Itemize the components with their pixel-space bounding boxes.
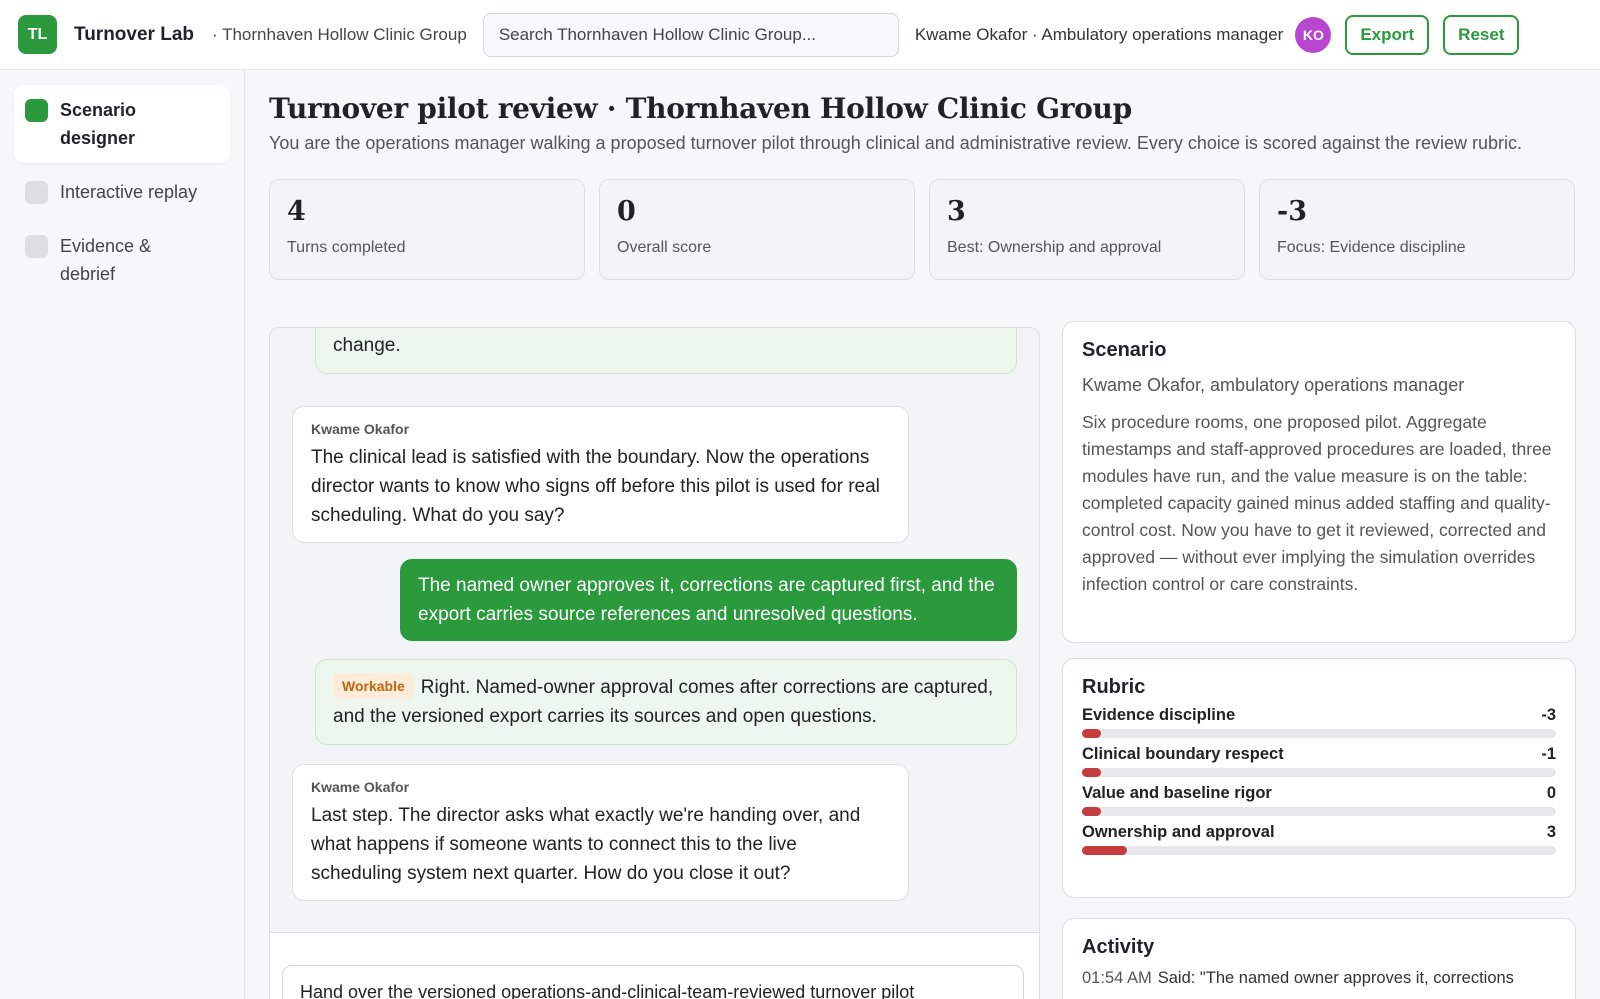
stat-value: 3 [947, 196, 966, 227]
sidebar-item-label: Scenario designer [60, 100, 137, 148]
message-speaker: Kwame Okafor [311, 779, 410, 795]
stat-label: Focus: Evidence discipline [1277, 239, 1466, 256]
stat-value: 0 [617, 196, 636, 227]
persona-message: Kwame Okafor Last step. The director ask… [292, 764, 909, 901]
nav-indicator-icon [25, 181, 48, 204]
nav-indicator-icon [25, 99, 48, 122]
chat-transcript[interactable]: administrative turnover stages; clinical… [269, 327, 1040, 999]
search-input[interactable] [482, 12, 899, 57]
top-bar: TL Turnover Lab · Thornhaven Hollow Clin… [0, 0, 1600, 70]
rubric-label: Clinical boundary respect [1082, 745, 1284, 763]
user-name: Kwame Okafor · Ambulatory operations man… [914, 24, 1284, 44]
main-content: Turnover pilot review · Thornhaven Hollo… [245, 70, 1600, 999]
stat-value: -3 [1277, 196, 1307, 227]
app-name: Turnover Lab [74, 23, 194, 45]
stat-card: 0 Overall score [599, 179, 915, 280]
composer-area: Hand over the versioned operations-and-c… [270, 932, 1039, 999]
rubric-score: 0 [1546, 784, 1556, 802]
message-text: The clinical lead is satisfied with the … [311, 447, 880, 526]
persona-message: Kwame Okafor The clinical lead is satisf… [292, 406, 909, 543]
reply-input[interactable]: Hand over the versioned operations-and-c… [282, 965, 1024, 999]
rubric-bar-fill [1082, 846, 1128, 855]
message-speaker: Kwame Okafor [311, 421, 410, 437]
panel-title: Scenario [1082, 339, 1167, 361]
user-message: The named owner approves it, corrections… [400, 559, 1017, 641]
message-text: administrative turnover stages; clinical… [333, 335, 401, 356]
nav-indicator-icon [25, 235, 48, 258]
org-name: · Thornhaven Hollow Clinic Group [212, 24, 467, 44]
rubric-row: Ownership and approval 3 [1082, 823, 1556, 855]
message-text: Right. Named-owner approval comes after … [333, 677, 994, 727]
rubric-label: Evidence discipline [1082, 706, 1236, 724]
message-text: Last step. The director asks what exactl… [311, 805, 861, 884]
page-title: Turnover pilot review · Thornhaven Hollo… [269, 92, 1132, 125]
sidebar-item-label: Interactive replay [60, 182, 198, 202]
rubric-bar-fill [1082, 807, 1101, 816]
sidebar-item-interactive-replay[interactable]: Interactive replay [14, 167, 230, 217]
rubric-row: Value and baseline rigor 0 [1082, 784, 1556, 816]
page-subtitle: You are the operations manager walking a… [269, 133, 1523, 153]
coach-message: Workable Right. Named-owner approval come… [315, 659, 1017, 745]
rubric-panel: Rubric Evidence discipline -3 Clinical bo… [1062, 658, 1576, 898]
avatar[interactable]: KO [1295, 16, 1332, 53]
rubric-row: Clinical boundary respect -1 [1082, 745, 1556, 777]
panel-title: Activity [1082, 936, 1155, 958]
sidebar-item-scenario-designer[interactable]: Scenario designer [14, 85, 230, 163]
rubric-bar [1082, 768, 1556, 777]
stat-label: Overall score [617, 239, 712, 256]
rubric-bar-fill [1082, 729, 1101, 738]
sidebar-item-label: Evidence & debrief [60, 236, 152, 284]
rubric-bar [1082, 846, 1556, 855]
stat-card: -3 Focus: Evidence discipline [1259, 179, 1575, 280]
activity-panel: Activity 01:54 AM Said: "The named owner … [1062, 918, 1576, 999]
sidebar-item-evidence-debrief[interactable]: Evidence & debrief [14, 221, 230, 299]
rubric-bar [1082, 807, 1556, 816]
sidebar: Scenario designer Interactive replay Evi… [0, 70, 245, 999]
message-text: The named owner approves it, corrections… [418, 575, 995, 625]
activity-item: 01:54 AM Said: "The named owner approves … [1082, 969, 1556, 988]
stat-label: Turns completed [287, 239, 406, 256]
export-button[interactable]: Export [1345, 14, 1430, 55]
rubric-score: 3 [1546, 823, 1556, 841]
rubric-bar-fill [1082, 768, 1101, 777]
activity-time: 01:54 AM [1082, 969, 1152, 987]
stats-row: 4 Turns completed 0 Overall score 3 Best… [269, 179, 1575, 280]
rubric-label: Ownership and approval [1082, 823, 1275, 841]
scenario-panel: Scenario Kwame Okafor, ambulatory operat… [1062, 321, 1576, 643]
activity-text: Said: "The named owner approves it, corr… [1157, 969, 1514, 987]
scenario-description: Six procedure rooms, one proposed pilot.… [1082, 412, 1552, 594]
rubric-label: Value and baseline rigor [1082, 784, 1272, 802]
stat-label: Best: Ownership and approval [947, 239, 1162, 256]
rubric-row: Evidence discipline -3 [1082, 706, 1556, 738]
scenario-role: Kwame Okafor, ambulatory operations mana… [1082, 375, 1465, 395]
stat-card: 3 Best: Ownership and approval [929, 179, 1245, 280]
stat-value: 4 [287, 196, 306, 227]
stat-card: 4 Turns completed [269, 179, 585, 280]
coach-message: administrative turnover stages; clinical… [315, 328, 1017, 374]
rubric-bar [1082, 729, 1556, 738]
rubric-score: -1 [1541, 745, 1556, 763]
app-logo: TL [18, 15, 57, 54]
reset-button[interactable]: Reset [1443, 14, 1520, 55]
rubric-score: -3 [1541, 706, 1556, 724]
status-badge: Workable [333, 673, 414, 699]
panel-title: Rubric [1082, 676, 1146, 698]
